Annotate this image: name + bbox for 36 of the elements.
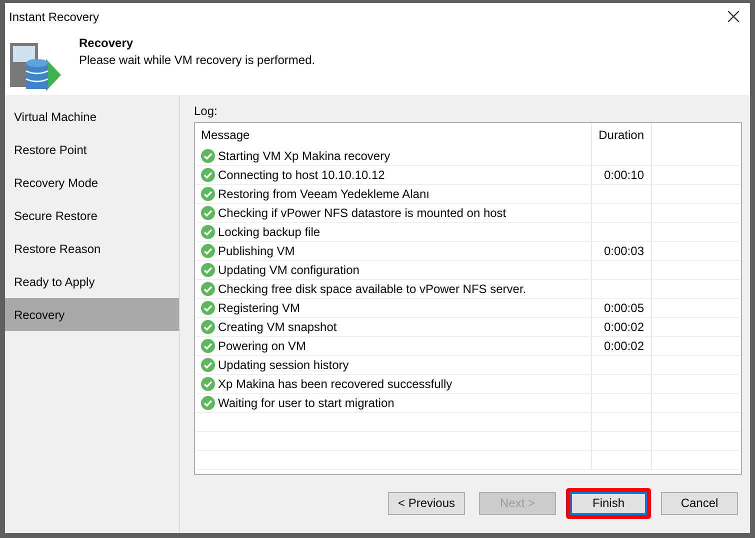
wizard-button[interactable]: Finish xyxy=(570,492,647,514)
log-message: Starting VM Xp Makina recovery xyxy=(218,149,390,163)
log-message: Publishing VM xyxy=(218,244,295,258)
log-message: Creating VM snapshot xyxy=(218,320,337,334)
log-message: Powering on VM xyxy=(218,339,306,353)
sidebar-item[interactable]: Recovery Mode xyxy=(5,166,179,199)
table-cell: 0:00:05 xyxy=(592,299,652,317)
table-cell: 0:00:02 xyxy=(592,337,652,355)
wizard-button[interactable]: < Previous xyxy=(388,492,465,514)
sidebar-item[interactable]: Secure Restore xyxy=(5,199,179,232)
sidebar-item[interactable]: Recovery xyxy=(5,298,179,331)
step-title: Recovery xyxy=(79,36,134,50)
log-message: Xp Makina has been recovered successfully xyxy=(218,377,452,391)
column-header: Message xyxy=(195,123,592,147)
table-cell: 0:00:10 xyxy=(592,166,652,184)
sidebar-item[interactable]: Restore Reason xyxy=(5,232,179,265)
log-message: Updating VM configuration xyxy=(218,263,360,277)
log-label: Log: xyxy=(194,104,218,118)
wizard-button[interactable]: Cancel xyxy=(661,492,738,514)
log-message: Locking backup file xyxy=(218,225,320,239)
log-message: Updating session history xyxy=(218,358,349,372)
column-header: Duration xyxy=(592,123,652,147)
log-message: Restoring from Veeam Yedekleme Alanı xyxy=(218,187,430,201)
sidebar-item[interactable]: Virtual Machine xyxy=(5,100,179,133)
table-cell: 0:00:03 xyxy=(592,242,652,260)
table-cell: 0:00:02 xyxy=(592,318,652,336)
log-message: Checking if vPower NFS datastore is mounted on host xyxy=(218,206,506,220)
window-title: Instant Recovery xyxy=(9,10,100,24)
log-message: Checking free disk space available to vPower NFS server. xyxy=(218,282,526,296)
log-message: Connecting to host 10.10.10.12 xyxy=(218,168,385,182)
sidebar-item[interactable]: Ready to Apply xyxy=(5,265,179,298)
step-description: Please wait while VM recovery is performed. xyxy=(79,53,316,67)
sidebar-item[interactable]: Restore Point xyxy=(5,133,179,166)
log-message: Waiting for user to start migration xyxy=(218,396,394,410)
close-icon xyxy=(728,11,738,22)
log-message: Registering VM xyxy=(218,301,300,315)
